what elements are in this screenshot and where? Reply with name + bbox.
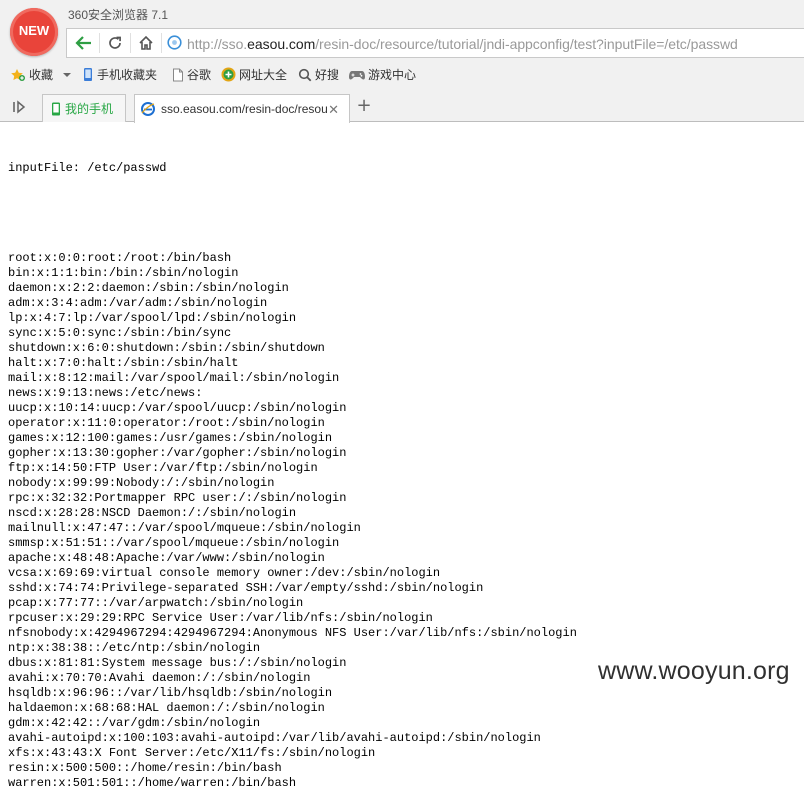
navigation-bar: http://sso.easou.com/resin-doc/resource/… [66,28,804,58]
passwd-line: ntp:x:38:38::/etc/ntp:/sbin/nologin [8,641,261,655]
passwd-line: shutdown:x:6:0:shutdown:/sbin:/sbin/shut… [8,341,325,355]
passwd-line: ftp:x:14:50:FTP User:/var/ftp:/sbin/nolo… [8,461,318,475]
passwd-line: nfsnobody:x:4294967294:4294967294:Anonym… [8,626,577,640]
page-content: inputFile: /etc/passwd root:x:0:0:root:/… [8,131,577,806]
passwd-line: root:x:0:0:root:/root:/bin/bash [8,251,232,265]
window-title: 360安全浏览器 7.1 [68,8,169,22]
passwd-line: nobody:x:99:99:Nobody:/:/sbin/nologin [8,476,275,490]
passwd-line: nscd:x:28:28:NSCD Daemon:/:/sbin/nologin [8,506,297,520]
passwd-line: mail:x:8:12:mail:/var/spool/mail:/sbin/n… [8,371,340,385]
passwd-line: rpc:x:32:32:Portmapper RPC user:/:/sbin/… [8,491,347,505]
tab-my-phone[interactable]: 我的手机 [42,94,126,122]
bookmark-site-directory[interactable]: 网址大全 [221,66,287,83]
passwd-line: daemon:x:2:2:daemon:/sbin:/sbin/nologin [8,281,289,295]
bookmark-label: 谷歌 [187,68,212,82]
page-icon [173,68,183,81]
passwd-line: rpcuser:x:29:29:RPC Service User:/var/li… [8,611,433,625]
passwd-line: games:x:12:100:games:/usr/games:/sbin/no… [8,431,333,445]
bookmark-game-center[interactable]: 游戏中心 [349,66,416,83]
passwd-line: gdm:x:42:42::/var/gdm:/sbin/nologin [8,716,261,730]
passwd-line: bin:x:1:1:bin:/bin:/sbin/nologin [8,266,239,280]
passwd-line: avahi:x:70:70:Avahi daemon:/:/sbin/nolog… [8,671,311,685]
tab-label: 我的手机 [65,102,114,116]
home-button[interactable] [131,29,161,57]
passwd-line: adm:x:3:4:adm:/var/adm:/sbin/nologin [8,296,268,310]
passwd-line: haldaemon:x:68:68:HAL daemon:/:/sbin/nol… [8,701,325,715]
bookmark-label: 游戏中心 [368,68,417,82]
passwd-line: resin:x:500:500::/home/resin:/bin/bash [8,761,282,775]
passwd-line: apache:x:48:48:Apache:/var/www:/sbin/nol… [8,551,325,565]
site-globe-icon [167,35,182,50]
passwd-lines: root:x:0:0:root:/root:/bin/bash bin:x:1:1… [8,251,577,791]
passwd-line: sshd:x:74:74:Privilege-separated SSH:/va… [8,581,484,595]
star-add-icon [11,68,25,81]
tab-bar: 我的手机 sso.easou.com/resin-doc/resou ✕ + [0,92,804,123]
bookmark-favorites[interactable]: 收藏 [10,66,74,83]
bookmark-label: 网址大全 [239,68,288,82]
passwd-line: vcsa:x:69:69:virtual console memory owne… [8,566,441,580]
back-button[interactable] [69,29,99,57]
bookmark-label: 收藏 [29,68,54,82]
bookmark-mobile-favorites[interactable]: 手机收藏夹 [82,66,157,83]
passwd-line: avahi-autoipd:x:100:103:avahi-autoipd:/v… [8,731,541,745]
passwd-line: halt:x:7:0:halt:/sbin:/sbin/halt [8,356,239,370]
search-icon [298,68,312,81]
passwd-line: mailnull:x:47:47::/var/spool/mqueue:/sbi… [8,521,361,535]
bookmark-google[interactable]: 谷歌 [172,66,211,83]
browser-logo[interactable]: NEW [10,8,58,56]
close-icon[interactable]: ✕ [328,102,339,118]
passwd-line: news:x:9:13:news:/etc/news: [8,386,203,400]
passwd-line: pcap:x:77:77::/var/arpwatch:/sbin/nologi… [8,596,304,610]
passwd-line: gopher:x:13:30:gopher:/var/gopher:/sbin/… [8,446,347,460]
back-arrow-icon [75,36,91,50]
passwd-line: xfs:x:43:43:X Font Server:/etc/X11/fs:/s… [8,746,376,760]
bookmark-label: 好搜 [315,68,340,82]
reload-icon [109,36,121,49]
tab-label: sso.easou.com/resin-doc/resou [161,102,327,116]
watermark: www.wooyun.org [598,657,790,685]
ie-icon [141,102,155,116]
chevron-down-icon[interactable] [60,70,74,80]
bookmark-label: 手机收藏夹 [97,68,158,82]
passwd-line: lp:x:4:7:lp:/var/spool/lpd:/sbin/nologin [8,311,297,325]
logo-text: NEW [18,23,50,38]
plus-circle-icon [221,67,236,82]
passwd-line: smmsp:x:51:51::/var/spool/mqueue:/sbin/n… [8,536,340,550]
passwd-line: operator:x:11:0:operator:/root:/sbin/nol… [8,416,325,430]
passwd-line: dbus:x:81:81:System message bus:/:/sbin/… [8,656,347,670]
bookmarks-bar: 收藏 手机收藏夹 谷歌 网址大全 好搜 游戏中心 [0,62,804,86]
browser-chrome: NEW 360安全浏览器 7.1 http://sso.easou.com/re… [0,0,804,123]
home-icon [139,35,153,50]
phone-icon [84,68,92,81]
input-file-line: inputFile: /etc/passwd [8,161,167,175]
passwd-line: uucp:x:10:14:uucp:/var/spool/uucp:/sbin/… [8,401,347,415]
gamepad-icon [349,70,365,79]
sidebar-toggle-icon[interactable] [8,99,30,115]
reload-button[interactable] [100,29,130,57]
phone-icon [52,102,60,115]
passwd-line: hsqldb:x:96:96::/var/lib/hsqldb:/sbin/no… [8,686,333,700]
address-bar-input[interactable]: http://sso.easou.com/resin-doc/resource/… [187,36,738,52]
new-tab-button[interactable]: + [354,96,374,116]
bookmark-haosou[interactable]: 好搜 [298,66,339,83]
tab-active-page[interactable]: sso.easou.com/resin-doc/resou ✕ [134,94,350,123]
passwd-line: sync:x:5:0:sync:/sbin:/bin/sync [8,326,232,340]
passwd-line: warren:x:501:501::/home/warren:/bin/bash [8,776,297,790]
